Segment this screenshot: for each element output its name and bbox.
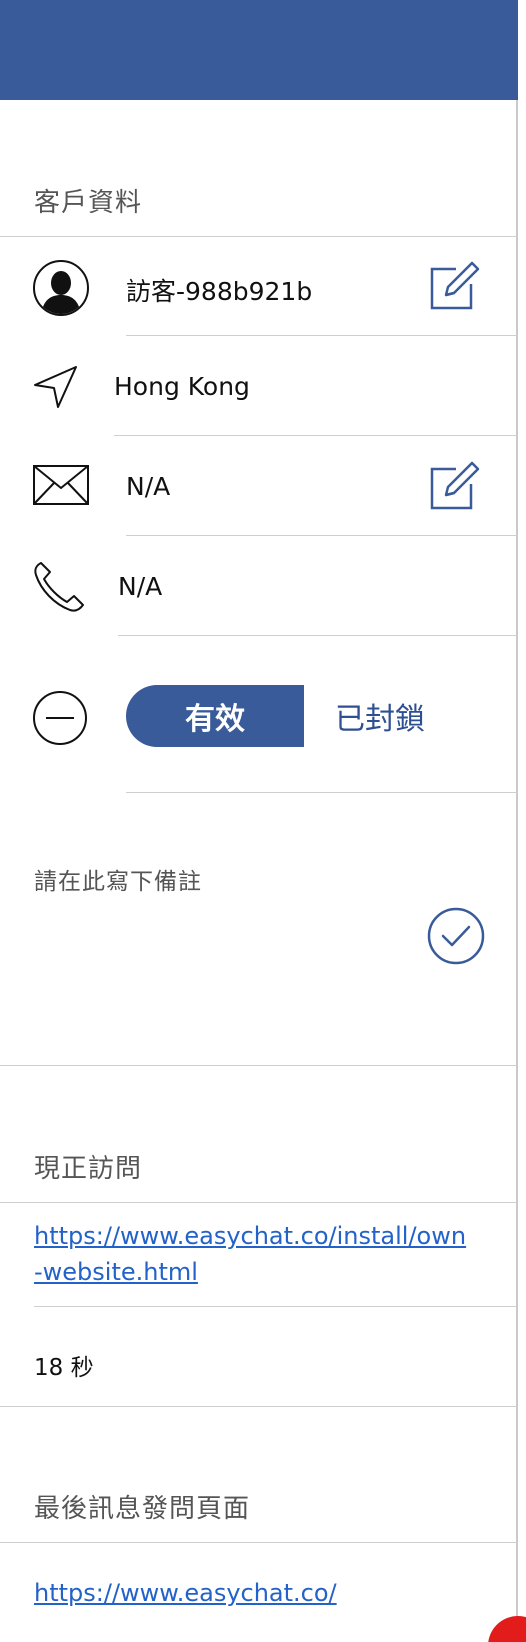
- blocked-status-button[interactable]: 已封鎖: [304, 685, 456, 747]
- block-minus-icon[interactable]: [32, 690, 88, 746]
- divider: [126, 335, 518, 336]
- location-arrow-icon: [34, 366, 77, 408]
- current-visit-url-link[interactable]: https://www.easychat.co/install/own -web…: [34, 1218, 466, 1290]
- panel-header: [0, 0, 518, 100]
- email-envelope-icon: [33, 465, 89, 505]
- divider: [118, 635, 518, 636]
- divider: [126, 792, 518, 793]
- current-visit-url-line2: -website.html: [34, 1258, 198, 1286]
- visit-duration: 18 秒: [34, 1355, 94, 1381]
- customer-location: Hong Kong: [114, 372, 250, 401]
- customer-phone: N/A: [118, 572, 163, 601]
- divider: [34, 1306, 518, 1307]
- divider: [0, 236, 518, 237]
- last-message-url-link[interactable]: https://www.easychat.co/: [34, 1575, 337, 1611]
- edit-name-icon[interactable]: [426, 258, 482, 314]
- customer-email: N/A: [126, 472, 171, 501]
- divider: [0, 1542, 518, 1543]
- active-status-button[interactable]: 有效: [126, 685, 304, 747]
- user-avatar-icon: [33, 260, 89, 316]
- divider: [0, 1406, 518, 1407]
- divider: [0, 1202, 518, 1203]
- divider: [126, 535, 518, 536]
- customer-info-title: 客戶資料: [34, 188, 143, 218]
- last-message-page-title: 最後訊息發問頁面: [34, 1494, 251, 1524]
- status-toggle: 有效 已封鎖: [126, 685, 456, 747]
- divider: [114, 435, 518, 436]
- customer-name: 訪客-988b921b: [126, 277, 313, 306]
- current-visit-title: 現正訪問: [34, 1154, 143, 1184]
- phone-icon: [34, 562, 84, 612]
- divider: [0, 1065, 518, 1066]
- save-note-check-icon[interactable]: [426, 906, 486, 966]
- edit-email-icon[interactable]: [426, 458, 482, 514]
- customer-info-panel: 客戶資料 訪客-988b921b Hong Kong N/A N/A 有效 已封…: [0, 0, 518, 1642]
- current-visit-url-line1: https://www.easychat.co/install/own: [34, 1222, 467, 1250]
- note-input[interactable]: 請在此寫下備註: [34, 862, 202, 896]
